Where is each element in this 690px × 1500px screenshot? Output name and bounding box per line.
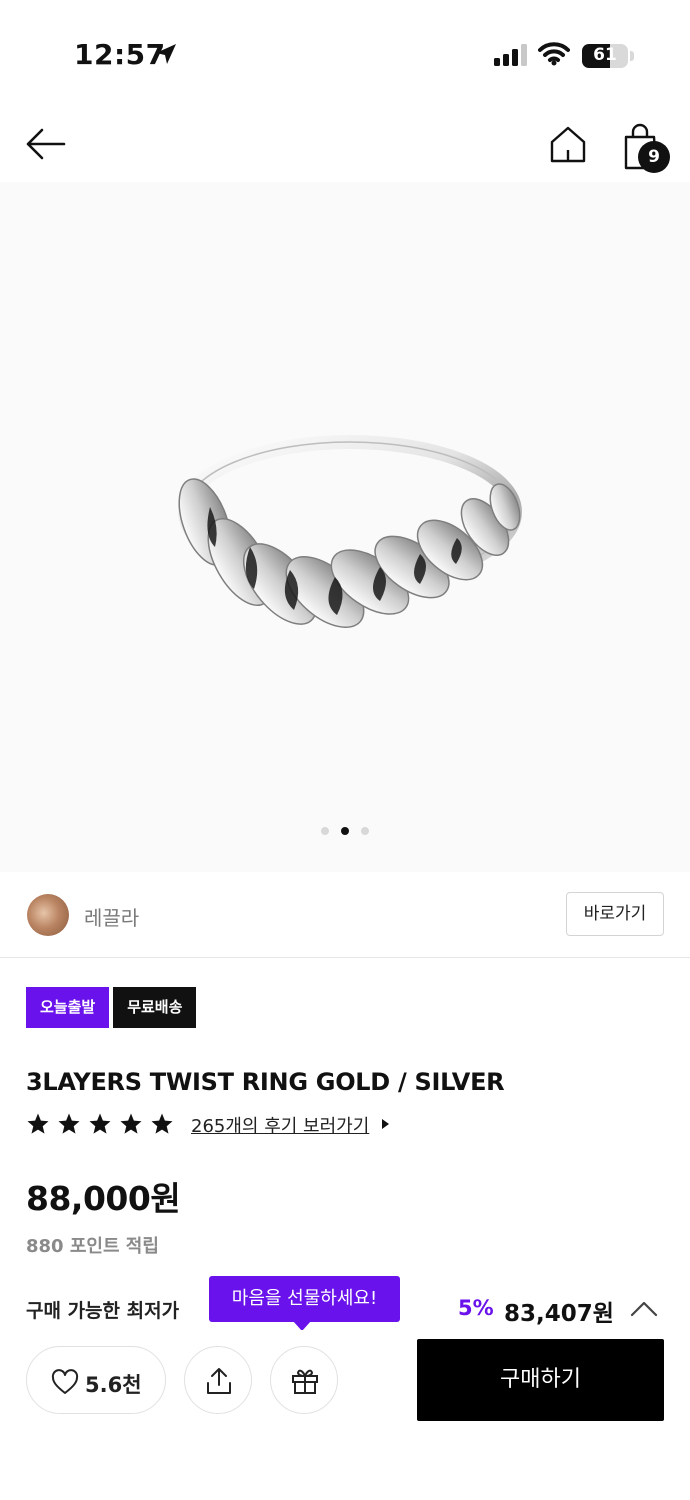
star-icon [89, 1113, 111, 1134]
brand-avatar[interactable] [27, 894, 69, 936]
share-icon [207, 1368, 231, 1394]
star-icon [58, 1113, 80, 1134]
like-button[interactable]: 5.6천 [26, 1346, 166, 1414]
product-image-carousel[interactable] [0, 182, 690, 872]
brand-name[interactable]: 레끌라 [84, 902, 139, 931]
location-arrow-icon [156, 44, 176, 64]
battery-cap [630, 51, 634, 61]
star-icon [27, 1113, 49, 1134]
today-shipping-badge: 오늘출발 [26, 987, 110, 1028]
heart-icon [51, 1369, 79, 1394]
brand-goto-button[interactable]: 바로가기 [566, 892, 664, 936]
gift-button[interactable] [270, 1346, 338, 1414]
rating-row: 265개의 후기 보러가기 [26, 1110, 426, 1140]
free-shipping-badge: 무료배송 [113, 987, 197, 1028]
carousel-indicator [0, 820, 690, 839]
carousel-dot [361, 827, 369, 835]
star-icon [120, 1113, 142, 1134]
home-icon[interactable] [548, 124, 588, 164]
bottom-action-bar: 5.6천 구매하기 [0, 1330, 690, 1440]
product-title: 3LAYERS TWIST RING GOLD / SILVER [26, 1068, 505, 1096]
wifi-icon [538, 42, 570, 66]
battery-level: 61 [593, 45, 617, 65]
share-button[interactable] [184, 1346, 252, 1414]
carousel-dot [321, 827, 329, 835]
carousel-dot-active [341, 827, 349, 835]
top-nav [0, 110, 690, 180]
reward-points: 880 포인트 적립 [26, 1236, 159, 1257]
discount-rate: 5% [458, 1296, 494, 1320]
gift-tooltip: 마음을 선물하세요! [209, 1276, 400, 1322]
like-count: 5.6천 [85, 1373, 142, 1397]
lowest-price-value: 83,407원 [504, 1301, 614, 1327]
star-icon [151, 1113, 173, 1134]
chevron-up-icon[interactable] [630, 1300, 658, 1318]
lowest-price-label: 구매 가능한 최저가 [26, 1300, 180, 1322]
product-tags: 오늘출발 무료배송 [26, 987, 200, 1028]
product-price: 88,000원 [26, 1179, 181, 1218]
caret-right-icon[interactable] [382, 1119, 389, 1129]
back-arrow-icon[interactable] [24, 126, 66, 162]
battery-icon: 61 [582, 44, 628, 68]
signal-icon [494, 44, 527, 66]
gift-icon [292, 1369, 318, 1394]
reviews-link[interactable]: 265개의 후기 보러가기 [191, 1112, 369, 1138]
buy-button[interactable]: 구매하기 [417, 1339, 664, 1421]
clock: 12:57 [74, 38, 166, 71]
cart-count-badge: 9 [638, 141, 670, 173]
brand-row: 레끌라 바로가기 [0, 872, 690, 958]
product-image [178, 435, 522, 628]
status-bar: 12:57 61 [0, 0, 690, 100]
